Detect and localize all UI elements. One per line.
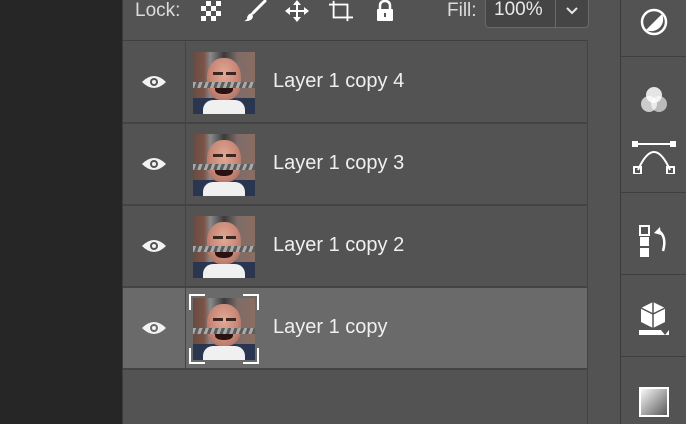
fill-opacity-field[interactable]: 100% (485, 0, 589, 28)
lock-image-pixels-icon[interactable] (243, 0, 267, 22)
layer-row[interactable]: Layer 1 copy 2 (123, 206, 587, 288)
right-toolbar (620, 0, 686, 424)
lock-transparent-pixels-icon[interactable] (199, 0, 223, 22)
lock-label: Lock: (135, 0, 181, 21)
visibility-eye-icon[interactable] (123, 206, 186, 286)
layer-name[interactable]: Layer 1 copy 4 (273, 70, 404, 93)
panel-scroll-track[interactable] (587, 40, 622, 424)
layer-row[interactable]: Layer 1 copy 3 (123, 124, 587, 206)
layer-thumbnail[interactable] (189, 294, 259, 364)
selection-corners (189, 294, 259, 364)
visibility-eye-icon[interactable] (123, 288, 186, 368)
lock-all-icon[interactable] (373, 0, 397, 22)
layer-name[interactable]: Layer 1 copy 3 (273, 152, 404, 175)
layer-thumbnail[interactable] (193, 52, 255, 114)
layer-row-selected[interactable]: Layer 1 copy (123, 288, 587, 370)
paths-icon[interactable] (621, 138, 686, 176)
chevron-down-icon[interactable] (556, 0, 588, 27)
gradient-icon[interactable] (621, 382, 686, 422)
adjustments-icon[interactable] (621, 4, 686, 40)
layer-thumbnail[interactable] (193, 134, 255, 196)
lock-position-icon[interactable] (285, 0, 309, 22)
layer-thumbnail[interactable] (193, 216, 255, 278)
lock-artboard-icon[interactable] (329, 0, 353, 22)
history-icon[interactable] (621, 220, 686, 260)
visibility-eye-icon[interactable] (123, 42, 186, 122)
3d-materials-icon[interactable] (621, 298, 686, 338)
channels-icon[interactable] (621, 80, 686, 120)
fill-value[interactable]: 100% (494, 0, 543, 21)
lock-bar: Lock: Fill: 100% (123, 0, 621, 41)
layer-name[interactable]: Layer 1 copy (273, 316, 388, 339)
left-gutter (0, 0, 122, 424)
layer-row[interactable]: Layer 1 copy 4 (123, 42, 587, 124)
layer-name[interactable]: Layer 1 copy 2 (273, 234, 404, 257)
fill-label: Fill: (447, 0, 477, 21)
layers-panel: Lock: Fill: 100% Layer 1 copy 4 Layer 1 … (122, 0, 622, 424)
visibility-eye-icon[interactable] (123, 124, 186, 204)
